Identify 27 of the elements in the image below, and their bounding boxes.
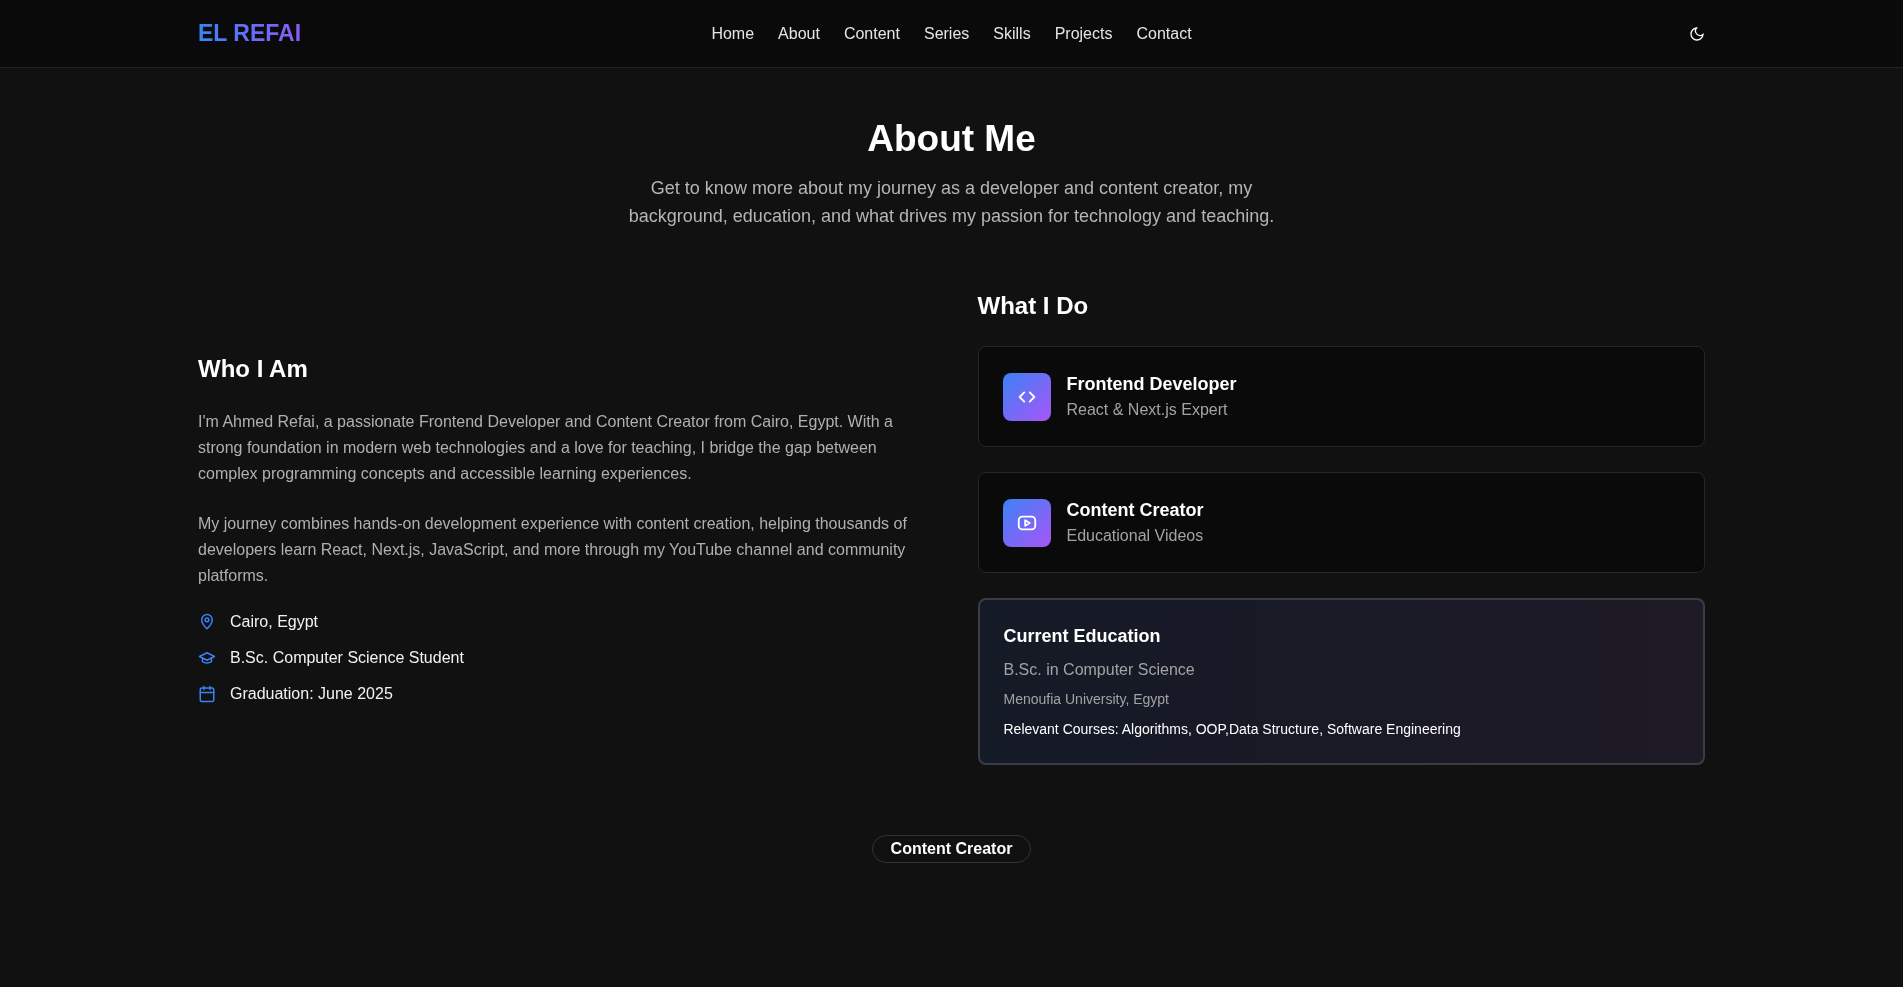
nav-link[interactable]: Skills [993, 24, 1031, 43]
bio-paragraph: My journey combines hands-on development experience with content creation, helping thousands of developers learn React, Next.js, JavaScript, and more through my YouTube channel and community platforms. [198, 513, 908, 586]
card-title: Frontend Developer [1066, 374, 1237, 395]
card-subtitle: Educational Videos [1066, 527, 1204, 545]
nav-link[interactable]: About [778, 24, 820, 43]
fact-text: Graduation: June 2025 [230, 684, 393, 703]
moon-icon [1689, 25, 1705, 42]
fact-text: Cairo, Egypt [230, 612, 319, 631]
education-title: Current Education [1003, 626, 1162, 647]
nav-link[interactable]: Contact [1136, 24, 1192, 43]
education-degree: B.Sc. in Computer Science [1003, 661, 1196, 679]
fact-text: B.Sc. Computer Science Student [230, 648, 464, 667]
education-courses: Relevant Courses: Algorithms, OOP,Data Structure, Software Engineering [1003, 721, 1462, 737]
card-title: Content Creator [1066, 500, 1204, 521]
nav-link[interactable]: Series [923, 24, 970, 43]
education-school: Menoufia University, Egypt [1003, 691, 1170, 707]
bio-paragraph: I'm Ahmed Refai, a passionate Frontend Developer and Content Creator from Cairo, Egypt. With a strong foundation in modern web technologies and a love for teaching, I bridge the gap between complex programming concepts and accessible learning experiences. [198, 411, 894, 484]
section-title: About Me [867, 118, 1036, 160]
calendar-icon [198, 684, 216, 703]
nav-link[interactable]: Projects [1054, 24, 1113, 43]
section-subtitle: Get to know more about my journey as a developer and content creator, my background, education, and what drives my passion for technology and teaching. [627, 177, 1276, 228]
map-pin-icon [198, 612, 216, 631]
what-heading: What I Do [977, 292, 1090, 320]
card-subtitle: React & Next.js Expert [1066, 401, 1229, 419]
who-heading: Who I Am [198, 354, 309, 383]
nav-link[interactable]: Content [843, 24, 900, 43]
nav-link[interactable]: Home [711, 24, 755, 43]
